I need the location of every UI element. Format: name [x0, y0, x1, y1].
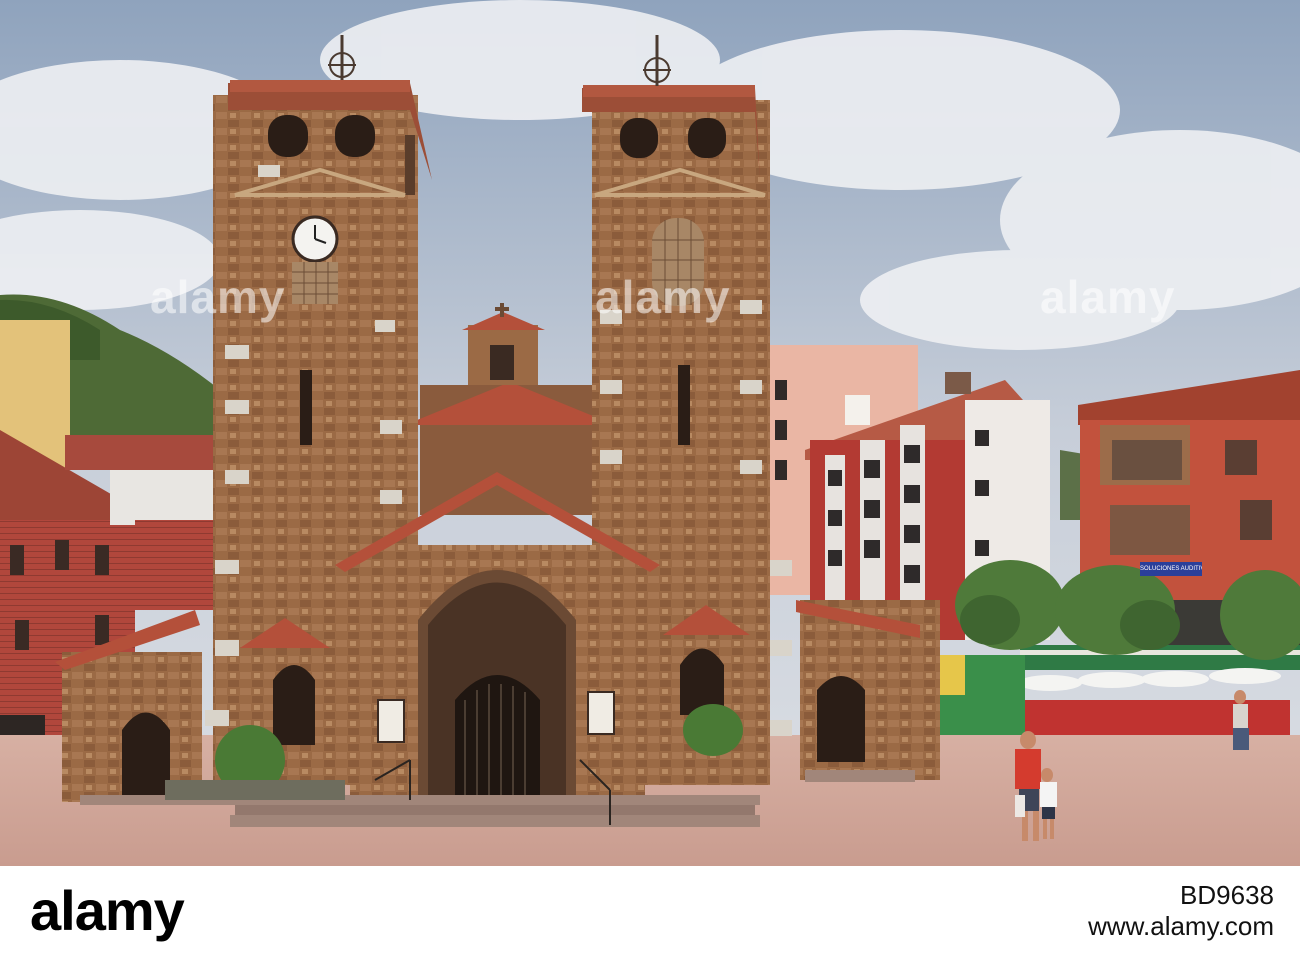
watermark-1: alamy	[150, 271, 286, 323]
image-id: BD9638	[1180, 880, 1274, 910]
storefront-sign: SOLUCIONES AUDITIVAS	[1140, 562, 1202, 576]
site-url: www.alamy.com	[1088, 911, 1274, 941]
watermark-3: alamy	[1040, 271, 1176, 323]
church-door	[455, 675, 540, 795]
church-photo	[0, 0, 1300, 866]
alamy-logo: alamy	[30, 879, 185, 942]
watermark-2: alamy	[595, 271, 731, 323]
